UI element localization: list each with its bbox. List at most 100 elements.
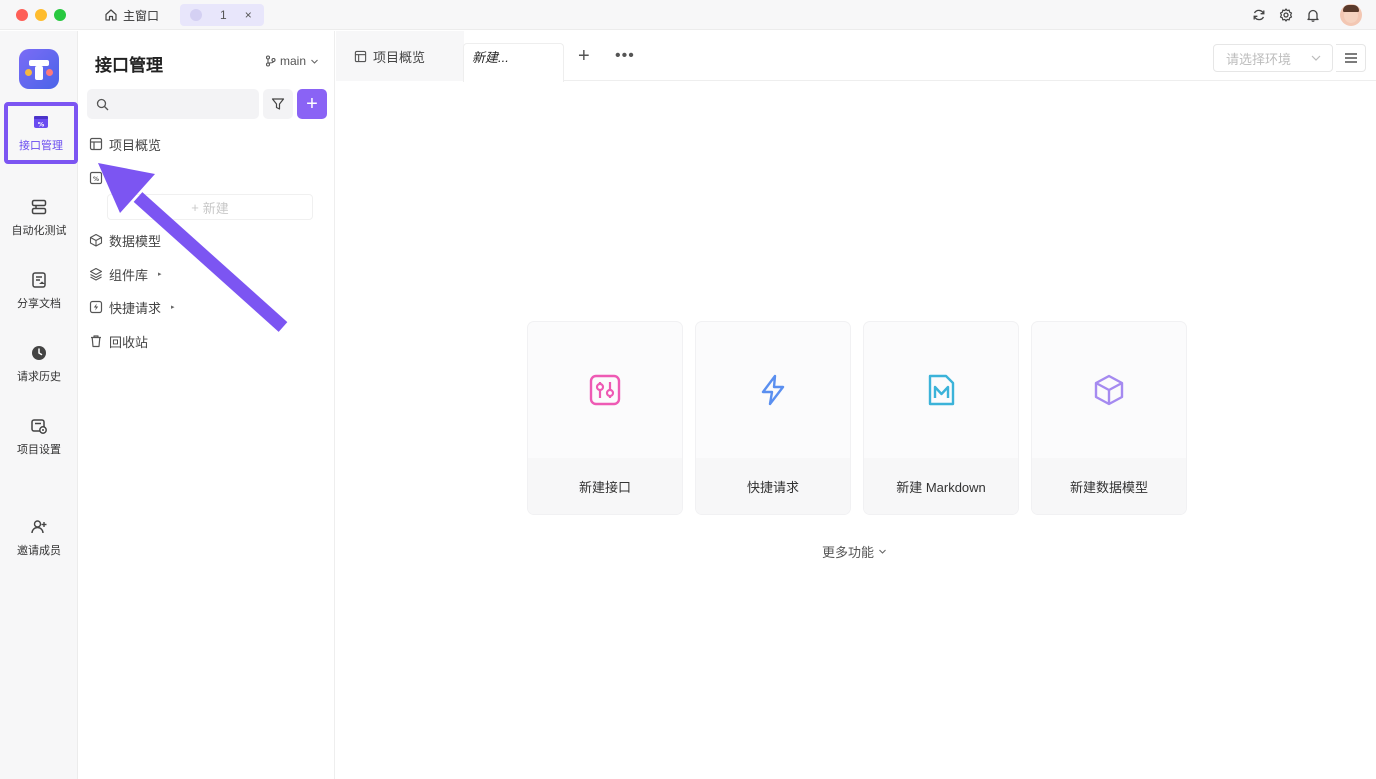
environment-select[interactable]: 请选择环境 (1213, 44, 1333, 72)
new-item-label: 新建 (202, 200, 229, 216)
history-icon (32, 346, 46, 360)
close-tab-icon[interactable]: × (245, 8, 252, 22)
invite-user-icon (31, 520, 47, 534)
nav-automation-test[interactable]: 自动化测试 (0, 187, 78, 249)
caret-right-icon: ▸ (158, 271, 162, 278)
add-tab-button[interactable]: + (578, 46, 590, 66)
chevron-down-icon (1311, 55, 1321, 61)
user-avatar[interactable] (1340, 4, 1362, 26)
tree-item-label: 快捷请求 (109, 300, 162, 316)
add-button[interactable]: + (297, 89, 327, 119)
card-label: 新建数据模型 (1032, 458, 1186, 514)
nav-project-settings[interactable]: 项目设置 (0, 406, 78, 468)
card-new-data-model[interactable]: 新建数据模型 (1032, 322, 1186, 514)
layers-icon (89, 267, 103, 281)
automation-icon (31, 199, 47, 215)
more-features-button[interactable]: 更多功能 (822, 542, 887, 561)
tab-label: 新建... (472, 49, 509, 65)
branch-name: main (280, 54, 307, 68)
tree-item-api[interactable]: % (89, 167, 109, 189)
lightning-icon (761, 374, 785, 406)
tree-item-label: 组件库 (109, 267, 149, 283)
cube-icon (1094, 374, 1124, 406)
app-window: 主窗口 1 × % 接口管理 自动化测试 分享文档 请求历史 项目设置 邀请成员… (0, 0, 1376, 779)
minimize-window-button[interactable] (35, 9, 47, 21)
tab-bar: 项目概览 新建... + ••• 请选择环境 (336, 31, 1376, 82)
nav-label: 项目设置 (17, 444, 61, 456)
quick-request-icon (89, 300, 103, 314)
card-new-markdown[interactable]: 新建 Markdown (864, 322, 1018, 514)
tab-label: 项目概览 (373, 49, 426, 65)
bell-icon[interactable] (1306, 6, 1320, 24)
caret-right-icon: ▸ (171, 304, 175, 311)
tab-new[interactable]: 新建... (472, 44, 509, 68)
svg-text:%: % (38, 121, 45, 129)
menu-button[interactable] (1336, 44, 1366, 72)
project-tab-icon (190, 9, 202, 21)
nav-label: 自动化测试 (11, 225, 67, 237)
api-icon (589, 374, 621, 406)
gear-icon[interactable] (1279, 6, 1293, 24)
maximize-window-button[interactable] (54, 9, 66, 21)
title-bar: 主窗口 1 × (0, 0, 1376, 30)
settings-icon (31, 419, 47, 434)
search-field[interactable] (87, 89, 259, 119)
close-window-button[interactable] (16, 9, 28, 21)
overview-icon (354, 50, 367, 62)
home-window-tab[interactable]: 主窗口 (104, 6, 159, 24)
search-icon (96, 98, 109, 110)
project-tab-label: 1 (220, 8, 227, 22)
card-label: 新建 Markdown (864, 458, 1018, 514)
project-window-tab[interactable]: 1 × (180, 4, 264, 26)
card-new-api[interactable]: 新建接口 (528, 322, 682, 514)
home-tab-label: 主窗口 (123, 8, 160, 23)
tree-item-label: 数据模型 (109, 233, 162, 249)
share-doc-icon (32, 272, 46, 288)
more-tabs-button[interactable]: ••• (615, 48, 635, 64)
more-features-label: 更多功能 (822, 545, 875, 560)
app-logo (19, 49, 59, 89)
search-input[interactable] (115, 97, 255, 111)
tree-item-overview[interactable]: 项目概览 (89, 133, 161, 155)
api-sidebar: 接口管理 main + 项目概览 % + 新建 数据模型 组件库 ▸ 快捷请求 … (79, 31, 335, 779)
overview-icon (89, 137, 103, 151)
main-content: 新建接口 快捷请求 新建 Markdown 新建数据模型 更多功能 (336, 82, 1376, 779)
tree-item-quick-request[interactable]: 快捷请求 ▸ (89, 296, 175, 318)
nav-api-management[interactable]: % 接口管理 (4, 102, 78, 164)
branch-icon (265, 55, 276, 67)
markdown-icon (928, 374, 955, 406)
tree-item-data-model[interactable]: 数据模型 (89, 229, 161, 251)
nav-invite-members[interactable]: 邀请成员 (0, 507, 78, 569)
nav-label: 请求历史 (17, 371, 61, 383)
tab-project-overview[interactable]: 项目概览 (354, 44, 425, 68)
branch-selector[interactable]: main (265, 54, 319, 68)
nav-share-docs[interactable]: 分享文档 (0, 260, 78, 322)
sidebar-title: 接口管理 (95, 56, 163, 75)
environment-placeholder: 请选择环境 (1226, 51, 1292, 67)
sync-icon[interactable] (1252, 6, 1266, 24)
nav-label: 接口管理 (19, 140, 63, 152)
left-nav-rail: % 接口管理 自动化测试 分享文档 请求历史 项目设置 邀请成员 (0, 31, 78, 779)
tree-item-label: 回收站 (109, 334, 149, 350)
nav-label: 邀请成员 (17, 545, 61, 557)
new-item-button[interactable]: + 新建 (107, 194, 313, 220)
chevron-down-icon (311, 59, 318, 64)
card-label: 快捷请求 (696, 458, 850, 514)
card-label: 新建接口 (528, 458, 682, 514)
tree-item-label: 项目概览 (109, 137, 162, 153)
filter-icon (271, 98, 285, 110)
tree-item-recycle-bin[interactable]: 回收站 (89, 330, 148, 352)
tree-item-components[interactable]: 组件库 ▸ (89, 263, 162, 285)
plus-icon: + (306, 93, 318, 115)
plus-icon: + (191, 199, 199, 215)
hamburger-icon (1344, 53, 1357, 63)
home-icon (105, 9, 117, 21)
filter-button[interactable] (263, 89, 293, 119)
nav-request-history[interactable]: 请求历史 (0, 333, 78, 395)
trash-icon (91, 335, 101, 348)
chevron-down-icon (879, 549, 886, 554)
card-quick-request[interactable]: 快捷请求 (696, 322, 850, 514)
api-icon: % (89, 171, 103, 185)
nav-label: 分享文档 (17, 298, 61, 310)
api-icon: % (34, 116, 48, 129)
